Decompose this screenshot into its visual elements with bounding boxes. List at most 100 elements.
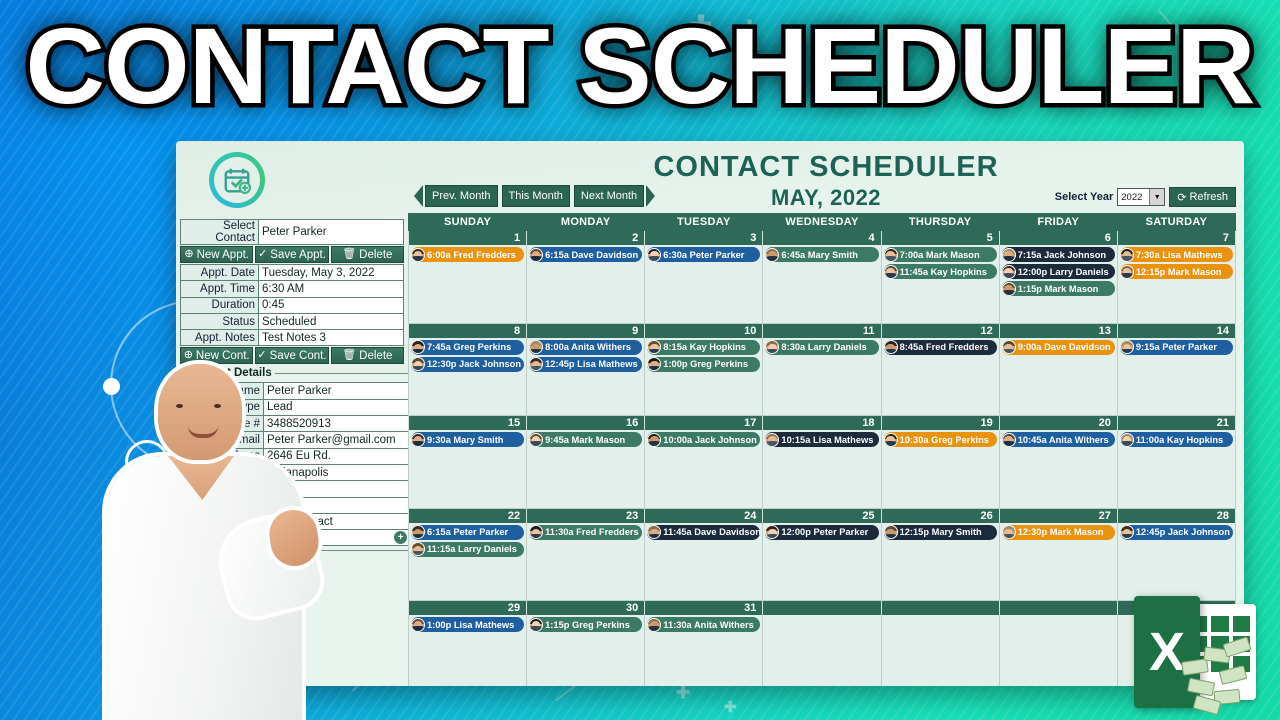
- calendar-day-cell[interactable]: 9:45a Mark Mason: [526, 430, 646, 509]
- refresh-button[interactable]: ⟳ Refresh: [1169, 187, 1236, 207]
- select-contact-row[interactable]: Select Contact Peter Parker: [180, 219, 404, 245]
- calendar-day-cell[interactable]: 9:30a Mary Smith: [407, 430, 528, 509]
- save-appointment-button[interactable]: ✓ Save Appt.: [255, 246, 329, 263]
- next-month-button[interactable]: Next Month: [573, 185, 645, 207]
- appointment-pill[interactable]: 8:45a Fred Fredders: [883, 339, 997, 355]
- appt-date-value[interactable]: Tuesday, May 3, 2022: [258, 263, 404, 282]
- appointment-pill[interactable]: 12:15p Mary Smith: [883, 524, 997, 540]
- appointment-pill[interactable]: 6:15a Dave Davidson: [529, 247, 643, 262]
- appointment-pill[interactable]: 8:00a Anita Withers: [529, 339, 643, 355]
- calendar-day-cell[interactable]: [880, 615, 1000, 686]
- appointment-pill[interactable]: 11:30a Anita Withers: [647, 617, 761, 632]
- appointment-pill[interactable]: 1:00p Greg Perkins: [647, 356, 761, 372]
- appointment-pill[interactable]: 7:45a Greg Perkins: [411, 339, 525, 355]
- calendar-day-cell[interactable]: 8:15a Kay Hopkins 1:00p Greg Perkins: [644, 337, 764, 416]
- table-row[interactable]: Duration 0:45: [180, 296, 404, 314]
- appointment-pill[interactable]: 7:15a Jack Johnson: [1001, 247, 1115, 262]
- calendar-day-cell[interactable]: 6:45a Mary Smith: [762, 245, 882, 324]
- calendar-day-cell[interactable]: 10:15a Lisa Mathews: [762, 430, 882, 509]
- table-row[interactable]: Appt. Date Tuesday, May 3, 2022: [180, 263, 404, 282]
- table-row[interactable]: Status Scheduled: [180, 312, 404, 331]
- status-value[interactable]: Scheduled: [258, 312, 404, 331]
- this-month-button[interactable]: This Month: [501, 185, 570, 207]
- appointment-pill[interactable]: 6:30a Peter Parker: [647, 247, 761, 262]
- appointment-pill[interactable]: 7:30a Lisa Mathews: [1119, 247, 1233, 262]
- calendar-day-cell[interactable]: 11:30a Fred Fredders: [526, 522, 646, 601]
- appointment-pill[interactable]: 9:30a Mary Smith: [411, 432, 525, 447]
- calendar-day-cell[interactable]: 11:30a Anita Withers: [644, 615, 764, 686]
- delete-appointment-button[interactable]: 🗑 Delete: [330, 246, 404, 263]
- appointment-pill[interactable]: 11:45a Dave Davidson: [647, 524, 761, 540]
- appointment-pill[interactable]: 1:00p Lisa Mathews: [411, 617, 525, 632]
- appointment-pill[interactable]: 9:15a Peter Parker: [1119, 339, 1233, 355]
- appt-notes-value[interactable]: Test Notes 3: [258, 329, 404, 347]
- calendar-day-cell[interactable]: 7:30a Lisa Mathews 12:15p Mark Mason: [1116, 245, 1237, 324]
- appointment-pill[interactable]: 11:45a Kay Hopkins: [883, 264, 997, 279]
- duration-value[interactable]: 0:45: [258, 296, 404, 314]
- appointment-pill[interactable]: 10:15a Lisa Mathews: [765, 432, 879, 447]
- calendar-day-cell[interactable]: 12:45p Jack Johnson: [1116, 522, 1237, 601]
- calendar-day-cell[interactable]: 12:30p Mark Mason: [998, 522, 1118, 601]
- calendar-day-cell[interactable]: 6:15a Peter Parker 11:15a Larry Daniels: [407, 522, 528, 601]
- calendar-day-cell[interactable]: 12:00p Peter Parker: [762, 522, 882, 601]
- appointment-pill[interactable]: 6:45a Mary Smith: [765, 247, 879, 262]
- delete-contact-button[interactable]: 🗑 Delete: [330, 347, 404, 365]
- calendar-day-cell[interactable]: 1:00p Lisa Mathews: [407, 615, 528, 686]
- select-contact-value[interactable]: Peter Parker: [258, 219, 404, 245]
- appointment-pill[interactable]: 11:00a Kay Hopkins: [1119, 432, 1233, 447]
- appointment-pill[interactable]: 12:00p Peter Parker: [765, 524, 879, 540]
- appointment-pill[interactable]: 11:30a Fred Fredders: [529, 524, 643, 540]
- calendar-day-cell[interactable]: 9:00a Dave Davidson: [998, 337, 1118, 416]
- calendar-day-cell[interactable]: 6:15a Dave Davidson: [526, 245, 646, 324]
- avatar: [883, 432, 898, 447]
- appointment-pill[interactable]: 11:15a Larry Daniels: [411, 541, 525, 557]
- prev-month-button[interactable]: Prev. Month: [425, 185, 498, 207]
- table-row[interactable]: Appt. Time 6:30 AM: [180, 280, 404, 298]
- calendar-day-cell[interactable]: 10:30a Greg Perkins: [880, 430, 1000, 509]
- appointment-pill[interactable]: 8:30a Larry Daniels: [765, 339, 879, 355]
- calendar-day-cell[interactable]: 8:30a Larry Daniels: [762, 337, 882, 416]
- calendar-day-cell[interactable]: 7:45a Greg Perkins 12:30p Jack Johnson: [407, 337, 528, 416]
- appointment-pill[interactable]: 7:00a Mark Mason: [883, 247, 997, 262]
- calendar-day-cell[interactable]: 1:15p Greg Perkins: [526, 615, 646, 686]
- appointment-pill[interactable]: 8:15a Kay Hopkins: [647, 339, 761, 355]
- table-row[interactable]: Appt. Notes Test Notes 3: [180, 329, 404, 347]
- appointment-pill[interactable]: 10:30a Greg Perkins: [883, 432, 997, 447]
- calendar-day-cell[interactable]: 10:00a Jack Johnson: [644, 430, 764, 509]
- calendar-day-cell[interactable]: 6:30a Peter Parker: [644, 245, 764, 324]
- calendar-day-cell[interactable]: 8:45a Fred Fredders: [880, 337, 1000, 416]
- calendar-day-cell[interactable]: 6:00a Fred Fredders: [407, 245, 528, 324]
- calendar-day-cell[interactable]: 10:45a Anita Withers: [998, 430, 1118, 509]
- appointment-pill[interactable]: 10:00a Jack Johnson: [647, 432, 761, 447]
- appointment-pill[interactable]: 1:15p Greg Perkins: [529, 617, 643, 632]
- appointment-pill[interactable]: 12:45p Lisa Mathews: [529, 356, 643, 372]
- calendar-day-cell[interactable]: 9:15a Peter Parker: [1116, 337, 1237, 416]
- calendar-day-cell[interactable]: 12:15p Mary Smith: [880, 522, 1000, 601]
- appointment-pill[interactable]: 12:00p Larry Daniels: [1001, 264, 1115, 279]
- calendar-day-cell[interactable]: 11:00a Kay Hopkins: [1116, 430, 1237, 509]
- appointment-pill[interactable]: 10:45a Anita Withers: [1001, 432, 1115, 447]
- select-year-dropdown[interactable]: 2022 ▼: [1117, 188, 1166, 206]
- appointment-pill[interactable]: 12:45p Jack Johnson: [1119, 524, 1233, 540]
- appointment-pill[interactable]: 1:15p Mark Mason: [1001, 281, 1115, 296]
- calendar-day-cell[interactable]: 8:00a Anita Withers 12:45p Lisa Mathews: [526, 337, 646, 416]
- avatar: [647, 247, 662, 262]
- appt-time-value[interactable]: 6:30 AM: [258, 280, 404, 298]
- chevron-down-icon[interactable]: ▼: [1149, 189, 1165, 205]
- duration-label: Duration: [180, 296, 259, 314]
- appointment-pill[interactable]: 6:00a Fred Fredders: [411, 247, 525, 262]
- select-year-value: 2022: [1121, 191, 1143, 203]
- appointment-pill[interactable]: 6:15a Peter Parker: [411, 524, 525, 540]
- calendar-day-cell[interactable]: 7:00a Mark Mason 11:45a Kay Hopkins: [880, 245, 1000, 324]
- appointment-pill[interactable]: 9:45a Mark Mason: [529, 432, 643, 447]
- appointment-pill[interactable]: 9:00a Dave Davidson: [1001, 339, 1115, 355]
- new-appointment-button[interactable]: ⊕ New Appt.: [180, 246, 254, 263]
- calendar-day-cell[interactable]: [762, 615, 882, 686]
- appointment-pill[interactable]: 12:30p Jack Johnson: [411, 356, 525, 372]
- calendar-day-cell[interactable]: [998, 615, 1118, 686]
- calendar-day-cell[interactable]: 7:15a Jack Johnson 12:00p Larry Daniels 1:…: [998, 245, 1118, 324]
- appointment-pill[interactable]: 12:15p Mark Mason: [1119, 264, 1233, 279]
- appointment-pill[interactable]: 12:30p Mark Mason: [1001, 524, 1115, 540]
- add-picture-button[interactable]: +: [394, 531, 407, 545]
- calendar-day-cell[interactable]: 11:45a Dave Davidson: [644, 522, 764, 601]
